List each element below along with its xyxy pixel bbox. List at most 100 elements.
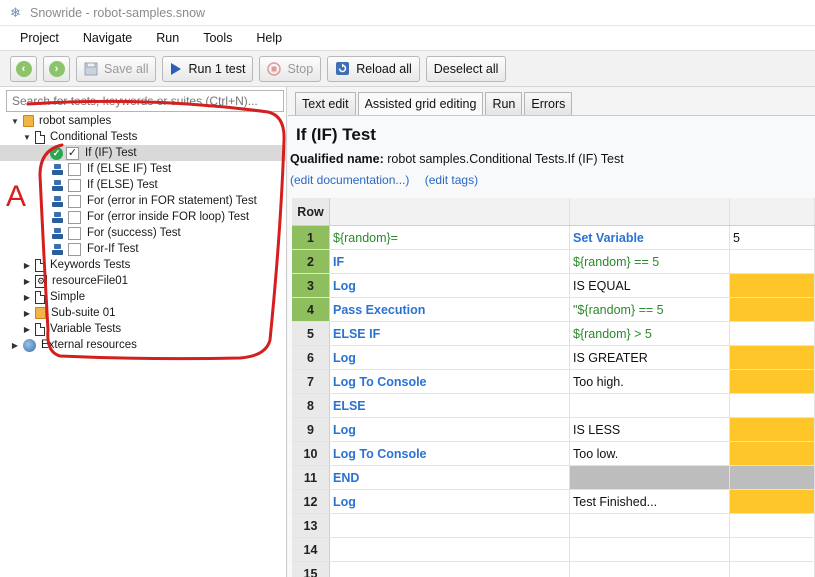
expand-right-icon[interactable]: ▶ [22,293,32,302]
tree-item-test[interactable]: For (error in FOR statement) Test [0,193,287,209]
save-all-button[interactable]: Save all [76,55,157,82]
forward-button[interactable]: › [43,55,70,82]
expand-right-icon[interactable]: ▶ [22,261,32,270]
grid-cell[interactable]: ELSE IF [330,322,570,345]
row-number[interactable]: 14 [292,538,330,561]
row-number[interactable]: 12 [292,490,330,513]
grid-cell[interactable] [730,346,815,369]
grid-cell[interactable] [730,274,815,297]
menu-help[interactable]: Help [244,31,294,45]
grid-cell[interactable]: Log [330,490,570,513]
grid-cell[interactable]: Log To Console [330,442,570,465]
tree-item-conditional-tests[interactable]: ▼ Conditional Tests [0,129,287,145]
grid-cell[interactable]: 5 [730,226,815,249]
row-number[interactable]: 10 [292,442,330,465]
grid-cell[interactable]: Log [330,274,570,297]
grid-cell[interactable] [730,538,815,561]
grid-cell[interactable]: Too low. [570,442,730,465]
edit-documentation-link[interactable]: (edit documentation...) [290,173,409,187]
row-number[interactable]: 11 [292,466,330,489]
row-number[interactable]: 15 [292,562,330,577]
tree-item-simple[interactable]: ▶ Simple [0,289,287,305]
tree-item-keywords-tests[interactable]: ▶ Keywords Tests [0,257,287,273]
grid-cell[interactable] [730,466,815,489]
grid-cell[interactable] [330,538,570,561]
expand-right-icon[interactable]: ▶ [22,277,32,286]
test-checkbox[interactable]: ✓ [66,146,79,160]
grid-cell[interactable] [730,250,815,273]
row-number[interactable]: 4 [292,298,330,321]
grid-cell[interactable]: Set Variable [570,226,730,249]
grid-cell[interactable] [570,466,730,489]
row-number[interactable]: 6 [292,346,330,369]
grid-cell[interactable]: Test Finished... [570,490,730,513]
run-button[interactable]: Run 1 test [162,55,254,82]
grid-cell[interactable] [730,394,815,417]
tree-item-test[interactable]: If (ELSE IF) Test [0,161,287,177]
edit-tags-link[interactable]: (edit tags) [425,173,478,187]
tab-text-edit[interactable]: Text edit [295,92,356,115]
grid-cell[interactable] [730,562,815,577]
grid-cell[interactable] [570,394,730,417]
grid-cell[interactable]: "${random} == 5 [570,298,730,321]
grid-cell[interactable]: Log [330,346,570,369]
expand-right-icon[interactable]: ▶ [22,309,32,318]
tree-item-resource-file[interactable]: ▶ ⚙ resourceFile01 [0,273,287,289]
row-number[interactable]: 8 [292,394,330,417]
tree-item-test[interactable]: If (ELSE) Test [0,177,287,193]
expand-right-icon[interactable]: ▶ [10,341,20,350]
grid-cell[interactable] [330,562,570,577]
row-number[interactable]: 9 [292,418,330,441]
grid-cell[interactable] [570,562,730,577]
grid-cell[interactable]: IF [330,250,570,273]
grid-cell[interactable] [730,418,815,441]
grid-cell[interactable]: ELSE [330,394,570,417]
test-checkbox[interactable] [68,242,81,256]
tree-item-test[interactable]: For (success) Test [0,225,287,241]
grid-cell[interactable] [730,370,815,393]
test-checkbox[interactable] [68,178,81,192]
tab-run[interactable]: Run [485,92,523,115]
tab-errors[interactable]: Errors [524,92,573,115]
menu-tools[interactable]: Tools [191,31,244,45]
back-button[interactable]: ‹ [10,55,37,82]
row-number[interactable]: 13 [292,514,330,537]
row-number[interactable]: 2 [292,250,330,273]
search-input[interactable] [6,90,284,112]
row-number[interactable]: 7 [292,370,330,393]
test-checkbox[interactable] [68,162,81,176]
grid-cell[interactable]: Too high. [570,370,730,393]
stop-button[interactable]: Stop [259,55,322,82]
tree-item-variable-tests[interactable]: ▶ Variable Tests [0,321,287,337]
grid-cell[interactable]: Log To Console [330,370,570,393]
tree-item-test[interactable]: ✓ ✓ If (IF) Test [0,145,287,161]
row-number[interactable]: 1 [292,226,330,249]
row-number[interactable]: 5 [292,322,330,345]
menu-navigate[interactable]: Navigate [71,31,144,45]
test-checkbox[interactable] [68,210,81,224]
grid-cell[interactable]: IS EQUAL [570,274,730,297]
tree-item-root[interactable]: ▼ robot samples [0,113,287,129]
grid-cell[interactable]: Pass Execution [330,298,570,321]
expand-right-icon[interactable]: ▶ [22,325,32,334]
grid-cell[interactable]: ${random} == 5 [570,250,730,273]
row-number[interactable]: 3 [292,274,330,297]
grid-cell[interactable]: ${random}= [330,226,570,249]
grid-cell[interactable] [730,442,815,465]
grid-cell[interactable] [570,514,730,537]
grid-cell[interactable] [570,538,730,561]
tab-assisted-grid-editing[interactable]: Assisted grid editing [357,92,484,116]
menu-project[interactable]: Project [8,31,71,45]
expand-down-icon[interactable]: ▼ [22,133,32,142]
tree-item-test[interactable]: For-If Test [0,241,287,257]
deselect-all-button[interactable]: Deselect all [425,55,507,82]
tree-item-external-resources[interactable]: ▶ External resources [0,337,287,353]
grid-cell[interactable]: ${random} > 5 [570,322,730,345]
reload-all-button[interactable]: Reload all [327,55,420,82]
grid-cell[interactable] [730,298,815,321]
grid-cell[interactable]: Log [330,418,570,441]
test-checkbox[interactable] [68,226,81,240]
test-checkbox[interactable] [68,194,81,208]
grid-cell[interactable]: IS GREATER [570,346,730,369]
grid-cell[interactable]: IS LESS [570,418,730,441]
